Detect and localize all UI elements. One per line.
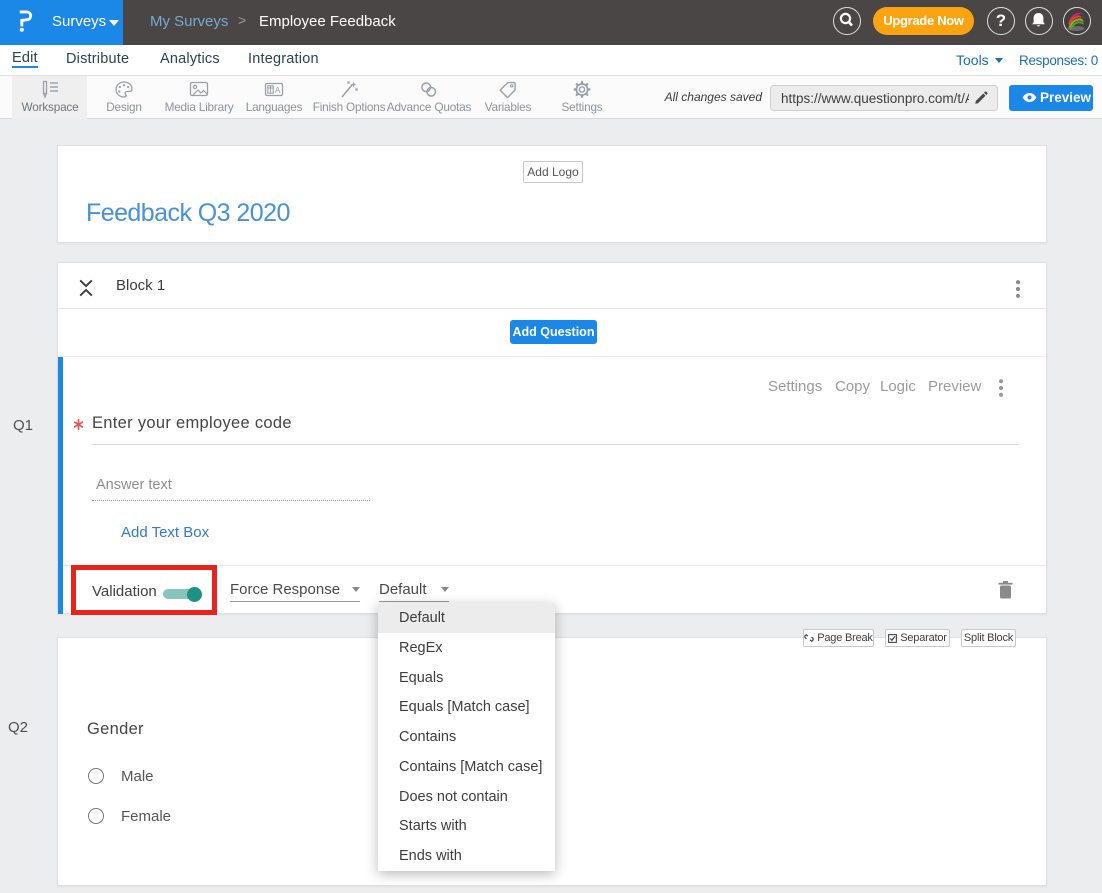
svg-text:A: A — [275, 85, 281, 95]
